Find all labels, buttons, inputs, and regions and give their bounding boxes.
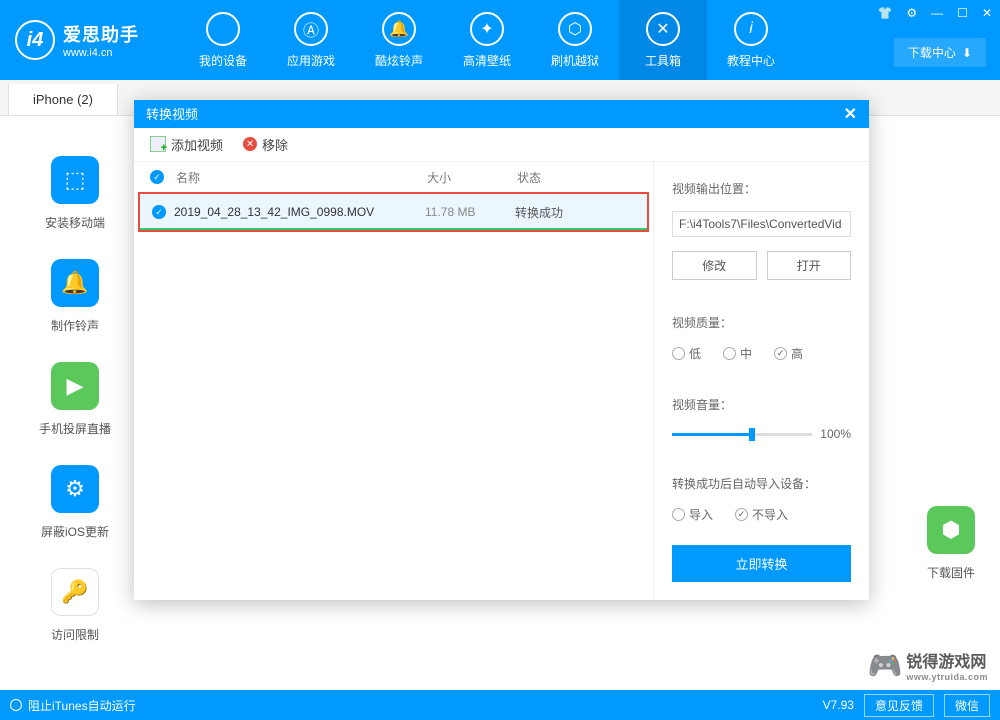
sidebar-access-restriction[interactable]: 🔑访问限制 xyxy=(51,568,99,643)
sparkle-icon: ✦ xyxy=(470,12,504,46)
sidebar-screen-cast[interactable]: ▶手机投屏直播 xyxy=(39,362,111,437)
add-icon xyxy=(150,136,166,152)
convert-now-button[interactable]: 立即转换 xyxy=(672,545,851,582)
nav-tutorials[interactable]: i教程中心 xyxy=(707,0,795,80)
app-header: i4 爱思助手 www.i4.cn 我的设备 Ⓐ应用游戏 🔔酷炫铃声 ✦高清壁纸… xyxy=(0,0,1000,80)
quality-radio-group: 低 中 高 xyxy=(672,345,851,362)
gamepad-icon: 🎮 xyxy=(867,649,902,682)
sidebar-block-ios-update[interactable]: ⚙屏蔽iOS更新 xyxy=(41,465,109,540)
wechat-button[interactable]: 微信 xyxy=(944,694,990,717)
volume-value: 100% xyxy=(820,427,851,441)
dialog-close-button[interactable]: ✕ xyxy=(844,104,857,124)
nav-wallpapers[interactable]: ✦高清壁纸 xyxy=(443,0,531,80)
key-icon: 🔑 xyxy=(51,568,99,616)
cast-icon: ▶ xyxy=(51,362,99,410)
file-name: 2019_04_28_13_42_IMG_0998.MOV xyxy=(166,205,425,219)
select-all-checkbox[interactable]: ✓ xyxy=(150,170,164,184)
main-nav: 我的设备 Ⓐ应用游戏 🔔酷炫铃声 ✦高清壁纸 ⬡刷机越狱 ✕工具箱 i教程中心 xyxy=(179,0,795,80)
cube-icon: ⬢ xyxy=(927,506,975,554)
logo-icon: i4 xyxy=(15,20,55,60)
quality-high[interactable]: 高 xyxy=(774,345,803,362)
nav-toolbox[interactable]: ✕工具箱 xyxy=(619,0,707,80)
toggle-circle-icon xyxy=(10,699,22,711)
dialog-title-text: 转换视频 xyxy=(146,104,198,123)
nav-my-device[interactable]: 我的设备 xyxy=(179,0,267,80)
quality-mid[interactable]: 中 xyxy=(723,345,752,362)
apps-icon: Ⓐ xyxy=(294,12,328,46)
sidebar: ⬚安装移动端 🔔制作铃声 ▶手机投屏直播 ⚙屏蔽iOS更新 🔑访问限制 xyxy=(0,116,150,643)
convert-video-dialog: 转换视频 ✕ 添加视频 ✕移除 ✓ 名称 大小 状态 ✓ 2019_04_28_… xyxy=(134,100,869,600)
import-label: 转换成功后自动导入设备： xyxy=(672,475,851,492)
watermark: 🎮 锐得游戏网 www.ytruida.com xyxy=(867,648,988,682)
bell-icon: 🔔 xyxy=(382,12,416,46)
feedback-button[interactable]: 意见反馈 xyxy=(864,694,934,717)
file-row[interactable]: ✓ 2019_04_28_13_42_IMG_0998.MOV 11.78 MB… xyxy=(140,194,647,230)
sidebar-install-mobile[interactable]: ⬚安装移动端 xyxy=(45,156,105,231)
file-list-header: ✓ 名称 大小 状态 xyxy=(134,162,653,192)
status-bar: 阻止iTunes自动运行 V7.93 意见反馈 微信 xyxy=(0,690,1000,720)
output-path-input[interactable] xyxy=(672,211,851,237)
open-button[interactable]: 打开 xyxy=(767,251,852,280)
volume-slider[interactable] xyxy=(672,433,812,436)
close-button[interactable]: ✕ xyxy=(982,6,992,20)
minimize-button[interactable]: — xyxy=(931,6,943,20)
options-pane: 视频输出位置： 修改 打开 视频质量： 低 中 高 视频音量： 100% 转换成… xyxy=(654,162,869,600)
app-name: 爱思助手 xyxy=(63,21,139,47)
download-icon: ⬇ xyxy=(962,46,972,60)
settings-icon[interactable]: ⚙ xyxy=(906,6,917,20)
import-no[interactable]: 不导入 xyxy=(735,506,788,523)
shirt-icon[interactable]: 👕 xyxy=(877,6,892,20)
import-radio-group: 导入 不导入 xyxy=(672,506,851,523)
tools-icon: ✕ xyxy=(646,12,680,46)
app-url: www.i4.cn xyxy=(63,47,139,59)
dialog-toolbar: 添加视频 ✕移除 xyxy=(134,128,869,162)
column-size[interactable]: 大小 xyxy=(427,169,517,186)
remove-button[interactable]: ✕移除 xyxy=(243,135,288,154)
version-label: V7.93 xyxy=(823,698,854,712)
sidebar-download-firmware[interactable]: ⬢ 下载固件 xyxy=(927,506,975,581)
output-label: 视频输出位置： xyxy=(672,180,851,197)
column-status[interactable]: 状态 xyxy=(517,169,637,186)
box-icon: ⬡ xyxy=(558,12,592,46)
logo-area: i4 爱思助手 www.i4.cn xyxy=(15,20,139,60)
file-size: 11.78 MB xyxy=(425,205,515,219)
sidebar-make-ringtone[interactable]: 🔔制作铃声 xyxy=(51,259,99,334)
remove-icon: ✕ xyxy=(243,137,257,151)
highlighted-row: ✓ 2019_04_28_13_42_IMG_0998.MOV 11.78 MB… xyxy=(138,192,649,232)
file-list-pane: ✓ 名称 大小 状态 ✓ 2019_04_28_13_42_IMG_0998.M… xyxy=(134,162,654,600)
file-status: 转换成功 xyxy=(515,204,635,221)
quality-label: 视频质量： xyxy=(672,314,851,331)
download-center-button[interactable]: 下载中心 ⬇ xyxy=(894,38,986,67)
apple-icon xyxy=(206,12,240,46)
nav-jailbreak[interactable]: ⬡刷机越狱 xyxy=(531,0,619,80)
progress-bar xyxy=(140,228,647,230)
window-controls: 👕 ⚙ — ☐ ✕ xyxy=(877,6,992,20)
nav-ringtones[interactable]: 🔔酷炫铃声 xyxy=(355,0,443,80)
maximize-button[interactable]: ☐ xyxy=(957,6,968,20)
install-icon: ⬚ xyxy=(51,156,99,204)
ringtone-icon: 🔔 xyxy=(51,259,99,307)
modify-button[interactable]: 修改 xyxy=(672,251,757,280)
import-yes[interactable]: 导入 xyxy=(672,506,713,523)
info-icon: i xyxy=(734,12,768,46)
add-video-button[interactable]: 添加视频 xyxy=(150,135,223,154)
volume-label: 视频音量： xyxy=(672,396,851,413)
nav-apps-games[interactable]: Ⓐ应用游戏 xyxy=(267,0,355,80)
quality-low[interactable]: 低 xyxy=(672,345,701,362)
block-itunes-toggle[interactable]: 阻止iTunes自动运行 xyxy=(10,697,136,714)
gear-icon: ⚙ xyxy=(51,465,99,513)
column-name[interactable]: 名称 xyxy=(168,169,427,186)
row-checkbox[interactable]: ✓ xyxy=(152,205,166,219)
tab-iphone[interactable]: iPhone (2) xyxy=(8,84,118,115)
dialog-titlebar[interactable]: 转换视频 ✕ xyxy=(134,100,869,128)
